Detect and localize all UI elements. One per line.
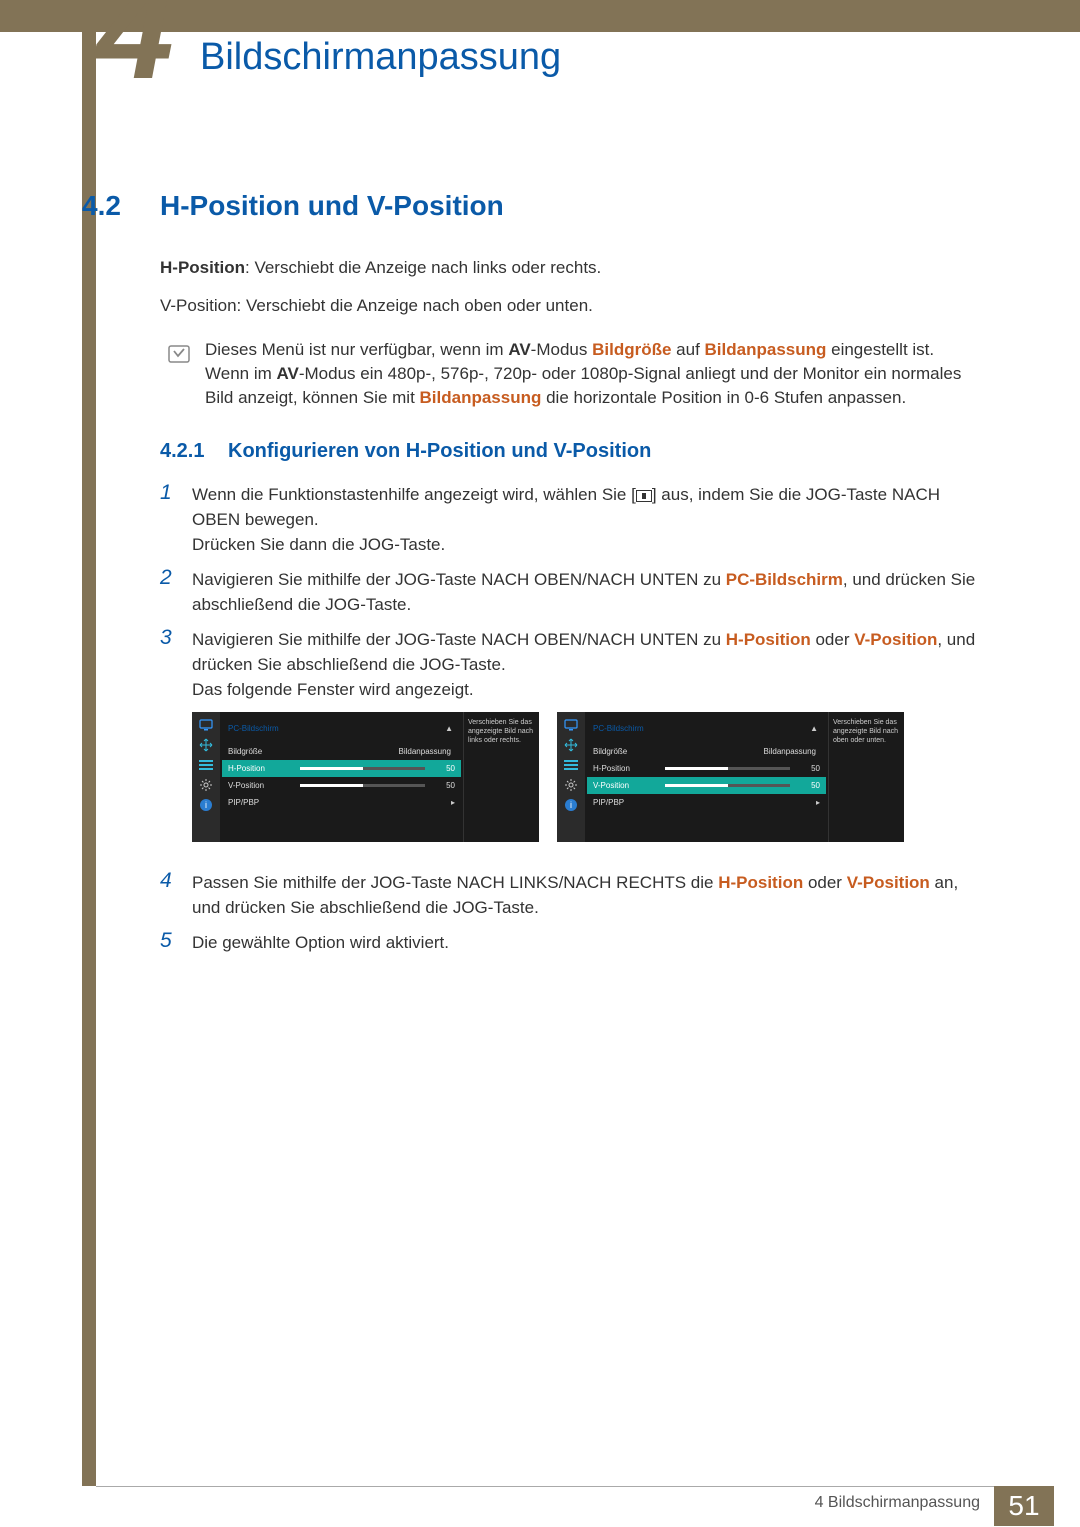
vposition-text: : Verschiebt die Anzeige nach oben oder … — [237, 296, 593, 315]
steps-list: 1 Wenn die Funktionstastenhilfe angezeig… — [160, 482, 980, 965]
vposition-label: V-Position — [160, 296, 237, 315]
step-3: 3 Navigieren Sie mithilfe der JOG-Taste … — [160, 627, 980, 860]
step-text: Navigieren Sie mithilfe der JOG-Taste NA… — [192, 627, 980, 860]
step-text: Wenn die Funktionstastenhilfe angezeigt … — [192, 482, 980, 557]
vposition-description: V-Position: Verschiebt die Anzeige nach … — [160, 296, 593, 316]
sidebar-stripe — [82, 0, 96, 1486]
osd-row-pip: PIP/PBP▸ — [587, 794, 826, 811]
list-icon — [563, 758, 579, 772]
osd-row-pip: PIP/PBP▸ — [222, 794, 461, 811]
chapter-number: 4 — [96, 0, 174, 100]
slider — [665, 767, 790, 770]
osd-sidebar: i — [557, 712, 585, 842]
osd-description: Verschieben Sie das angezeigte Bild nach… — [828, 712, 904, 842]
chevron-right-icon: ▸ — [800, 790, 820, 815]
step-number: 3 — [160, 627, 192, 860]
section-number: 4.2 — [82, 190, 121, 222]
footer-divider — [96, 1486, 1054, 1487]
osd-sidebar: i — [192, 712, 220, 842]
monitor-icon — [563, 718, 579, 732]
osd-screenshots-row: i PC-Bildschirm▲ BildgrößeBildanpassung … — [192, 712, 980, 842]
subsection-number: 4.2.1 — [160, 440, 204, 463]
step-2: 2 Navigieren Sie mithilfe der JOG-Taste … — [160, 567, 980, 617]
step-5: 5 Die gewählte Option wird aktiviert. — [160, 930, 980, 955]
slider — [665, 784, 790, 787]
step-1: 1 Wenn die Funktionstastenhilfe angezeig… — [160, 482, 980, 557]
monitor-icon — [198, 718, 214, 732]
move-icon — [563, 738, 579, 752]
list-icon — [198, 758, 214, 772]
chapter-title: Bildschirmanpassung — [200, 36, 561, 79]
footer-chapter-label: 4 Bildschirmanpassung — [815, 1494, 980, 1512]
step-4: 4 Passen Sie mithilfe der JOG-Taste NACH… — [160, 870, 980, 920]
osd-main: PC-Bildschirm▲ BildgrößeBildanpassung H-… — [585, 712, 828, 842]
osd-menu-h: i PC-Bildschirm▲ BildgrößeBildanpassung … — [192, 712, 539, 842]
chevron-right-icon: ▸ — [435, 790, 455, 815]
note-icon — [167, 342, 191, 366]
svg-text:i: i — [205, 800, 207, 810]
step-number: 4 — [160, 870, 192, 920]
osd-main: PC-Bildschirm▲ BildgrößeBildanpassung H-… — [220, 712, 463, 842]
up-arrow-icon: ▲ — [445, 716, 453, 741]
svg-text:i: i — [570, 800, 572, 810]
hposition-text: : Verschiebt die Anzeige nach links oder… — [245, 258, 601, 277]
slider — [300, 767, 425, 770]
page-number: 51 — [994, 1486, 1054, 1526]
hposition-label: H-Position — [160, 258, 245, 277]
step-text: Passen Sie mithilfe der JOG-Taste NACH L… — [192, 870, 980, 920]
gear-icon — [563, 778, 579, 792]
info-icon: i — [563, 798, 579, 812]
subsection-title: Konfigurieren von H-Position und V-Posit… — [228, 440, 651, 463]
step-number: 2 — [160, 567, 192, 617]
osd-description: Verschieben Sie das angezeigte Bild nach… — [463, 712, 539, 842]
gear-icon — [198, 778, 214, 792]
step-text: Navigieren Sie mithilfe der JOG-Taste NA… — [192, 567, 980, 617]
note-text: Dieses Menü ist nur verfügbar, wenn im A… — [205, 338, 975, 410]
step-number: 1 — [160, 482, 192, 557]
slider — [300, 784, 425, 787]
info-icon: i — [198, 798, 214, 812]
move-icon — [198, 738, 214, 752]
menu-icon — [636, 490, 652, 502]
hposition-description: H-Position: Verschiebt die Anzeige nach … — [160, 258, 601, 278]
section-title: H-Position und V-Position — [160, 190, 504, 222]
osd-menu-v: i PC-Bildschirm▲ BildgrößeBildanpassung … — [557, 712, 904, 842]
step-text: Die gewählte Option wird aktiviert. — [192, 930, 980, 955]
step-number: 5 — [160, 930, 192, 955]
up-arrow-icon: ▲ — [810, 716, 818, 741]
